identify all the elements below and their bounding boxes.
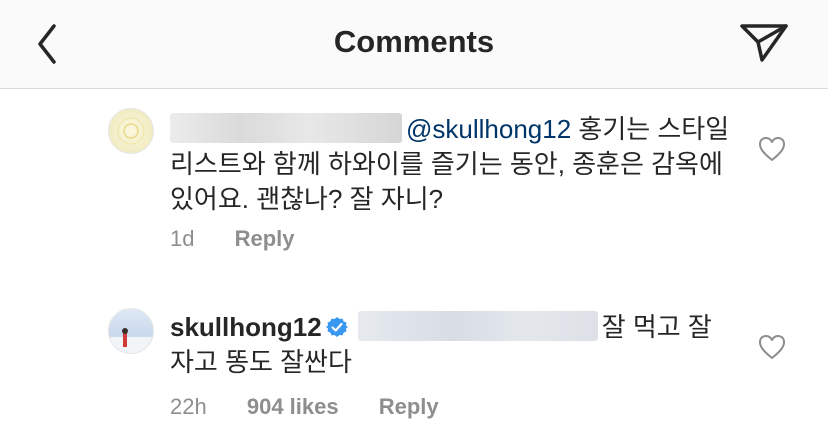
timestamp: 22h <box>170 394 207 419</box>
header-bar: Comments <box>0 0 828 89</box>
profile-photo-icon <box>109 328 153 353</box>
sun-emblem-icon <box>117 117 145 145</box>
page-title: Comments <box>333 24 495 59</box>
like-button[interactable] <box>758 136 786 162</box>
like-button[interactable] <box>758 334 786 360</box>
avatar[interactable] <box>108 108 154 154</box>
mention-link[interactable]: @skullhong12 <box>406 114 571 144</box>
reply-button[interactable]: Reply <box>379 394 439 419</box>
blurred-username[interactable] <box>170 113 402 143</box>
likes-count[interactable]: 904 likes <box>247 394 339 419</box>
verified-badge-icon <box>325 317 348 337</box>
paper-plane-icon <box>740 24 788 62</box>
share-button[interactable] <box>738 18 790 66</box>
comment-meta: 1d Reply <box>170 226 329 252</box>
username-link[interactable]: skullhong12 <box>170 312 322 342</box>
heart-icon <box>759 335 785 359</box>
comment-text: skullhong12 잘 먹고 잘 자고 똥도 잘싼다 <box>170 310 730 380</box>
heart-icon <box>759 137 785 161</box>
reply-button[interactable]: Reply <box>235 226 295 251</box>
avatar[interactable] <box>108 308 154 354</box>
blurred-mention[interactable] <box>357 311 598 341</box>
comment-text: @skullhong12 홍기는 스타일리스트와 함께 하와이를 즐기는 동안,… <box>170 112 730 217</box>
timestamp: 1d <box>170 226 195 251</box>
comment-meta: 22h 904 likes Reply <box>170 394 473 420</box>
